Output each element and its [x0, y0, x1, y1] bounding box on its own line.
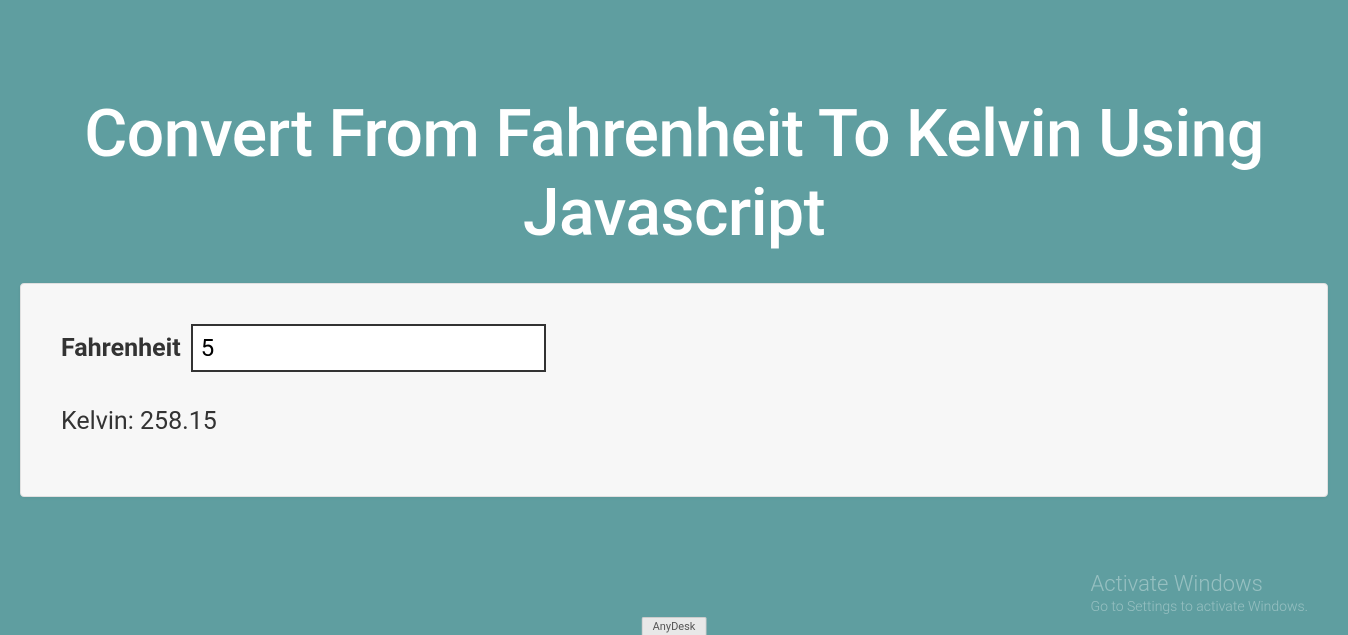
anydesk-tab[interactable]: AnyDesk [642, 617, 707, 635]
input-row: Fahrenheit [61, 324, 1287, 372]
watermark-title: Activate Windows [1091, 572, 1308, 597]
watermark-subtitle: Go to Settings to activate Windows. [1091, 599, 1308, 615]
windows-watermark: Activate Windows Go to Settings to activ… [1091, 572, 1308, 615]
kelvin-result: Kelvin: 258.15 [61, 407, 1287, 436]
converter-card: Fahrenheit Kelvin: 258.15 [20, 283, 1328, 497]
result-value: 258.15 [140, 407, 217, 436]
fahrenheit-input[interactable] [191, 324, 546, 372]
fahrenheit-label: Fahrenheit [61, 334, 181, 363]
page-title: Convert From Fahrenheit To Kelvin Using … [0, 0, 1348, 253]
result-prefix: Kelvin: [61, 407, 140, 436]
